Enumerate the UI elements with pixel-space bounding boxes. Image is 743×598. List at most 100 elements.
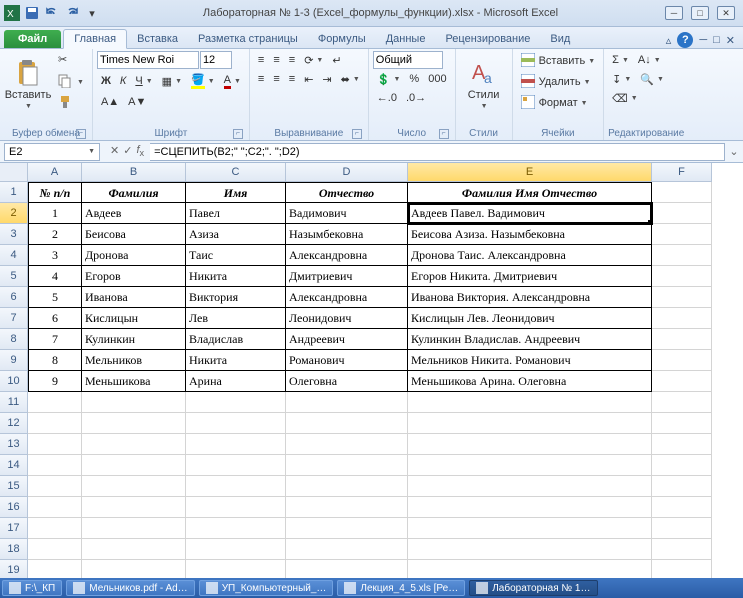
cell[interactable]	[186, 539, 286, 560]
align-left-button[interactable]: ≡	[254, 70, 268, 88]
cell[interactable]	[652, 350, 712, 371]
format-painter-button[interactable]	[54, 93, 88, 113]
column-header-A[interactable]: A	[28, 163, 82, 182]
cell[interactable]: Фамилия	[82, 182, 186, 203]
align-middle-button[interactable]: ≡	[269, 51, 283, 69]
cell[interactable]	[652, 434, 712, 455]
cell[interactable]: Иванова	[82, 287, 186, 308]
fill-button[interactable]: ↧▼	[608, 70, 635, 88]
decrease-indent-button[interactable]: ⇤	[300, 70, 317, 88]
tab-home[interactable]: Главная	[63, 29, 127, 49]
cell[interactable]	[286, 560, 408, 578]
cell[interactable]: Кислицын Лев. Леонидович	[408, 308, 652, 329]
doc-close-icon[interactable]: ✕	[726, 34, 735, 47]
cell[interactable]: 5	[28, 287, 82, 308]
decrease-decimal-button[interactable]: .0→	[402, 89, 430, 107]
cell[interactable]: Егоров	[82, 266, 186, 287]
cell[interactable]: 1	[28, 203, 82, 224]
maximize-button[interactable]: □	[691, 6, 709, 20]
increase-indent-button[interactable]: ⇥	[318, 70, 335, 88]
sort-filter-button[interactable]: A↓▼	[634, 51, 665, 69]
row-header[interactable]: 7	[0, 308, 28, 329]
cell[interactable]: Дронова Таис. Александровна	[408, 245, 652, 266]
cell[interactable]: Таис	[186, 245, 286, 266]
cell[interactable]: 3	[28, 245, 82, 266]
cell[interactable]: Беисова Азиза. Назымбековна	[408, 224, 652, 245]
clipboard-launcher-icon[interactable]: ⌐	[76, 129, 86, 139]
cell[interactable]: Александровна	[286, 287, 408, 308]
cell[interactable]: Мельников	[82, 350, 186, 371]
bold-button[interactable]: Ж	[97, 71, 115, 91]
cell[interactable]	[652, 497, 712, 518]
font-color-button[interactable]: A▼	[220, 71, 245, 91]
cell[interactable]	[286, 539, 408, 560]
cell[interactable]: Авдеев	[82, 203, 186, 224]
cell[interactable]: Виктория	[186, 287, 286, 308]
cell[interactable]	[652, 266, 712, 287]
cell[interactable]	[28, 476, 82, 497]
cell[interactable]: 2	[28, 224, 82, 245]
column-header-D[interactable]: D	[286, 163, 408, 182]
italic-button[interactable]: К	[116, 71, 130, 91]
cell[interactable]	[186, 518, 286, 539]
cell[interactable]: Фамилия Имя Отчество	[408, 182, 652, 203]
doc-minimize-icon[interactable]: ─	[699, 34, 707, 46]
cell[interactable]	[186, 392, 286, 413]
cell[interactable]: Вадимович	[286, 203, 408, 224]
row-header[interactable]: 19	[0, 560, 28, 578]
row-header[interactable]: 5	[0, 266, 28, 287]
font-size-select[interactable]	[200, 51, 232, 69]
merge-button[interactable]: ⬌▼	[337, 70, 364, 88]
cell[interactable]: Беисова	[82, 224, 186, 245]
cell[interactable]: Отчество	[286, 182, 408, 203]
cell[interactable]	[408, 392, 652, 413]
cell[interactable]: Никита	[186, 350, 286, 371]
select-all-corner[interactable]	[0, 163, 28, 182]
row-header[interactable]: 8	[0, 329, 28, 350]
cell[interactable]	[652, 224, 712, 245]
cell[interactable]	[82, 413, 186, 434]
wrap-text-button[interactable]: ↵	[328, 51, 345, 69]
cell[interactable]	[82, 518, 186, 539]
cell[interactable]: Назымбековна	[286, 224, 408, 245]
increase-font-button[interactable]: A▲	[97, 93, 123, 111]
cell[interactable]: Авдеев Павел. Вадимович	[408, 203, 652, 224]
cell[interactable]	[652, 287, 712, 308]
enter-formula-icon[interactable]: ✓	[123, 144, 132, 158]
cell[interactable]	[652, 245, 712, 266]
cell[interactable]	[28, 413, 82, 434]
cell[interactable]	[186, 434, 286, 455]
cell[interactable]: 8	[28, 350, 82, 371]
cell[interactable]	[82, 476, 186, 497]
cell[interactable]	[286, 392, 408, 413]
cell[interactable]	[286, 497, 408, 518]
cell[interactable]	[286, 455, 408, 476]
taskbar-item[interactable]: УП_Компьютерный_…	[199, 580, 334, 596]
cell[interactable]	[652, 518, 712, 539]
taskbar-item[interactable]: Лабораторная № 1…	[469, 580, 597, 596]
column-header-B[interactable]: B	[82, 163, 186, 182]
format-cells-button[interactable]: Формат▼	[517, 93, 592, 113]
autosum-button[interactable]: Σ▼	[608, 51, 633, 69]
save-icon[interactable]	[24, 5, 40, 21]
row-header[interactable]: 14	[0, 455, 28, 476]
fx-icon[interactable]: fx	[136, 144, 144, 158]
row-header[interactable]: 4	[0, 245, 28, 266]
row-header[interactable]: 2	[0, 203, 28, 224]
tab-formulas[interactable]: Формулы	[308, 30, 376, 48]
row-header[interactable]: 10	[0, 371, 28, 392]
cell[interactable]	[408, 518, 652, 539]
row-header[interactable]: 6	[0, 287, 28, 308]
cell[interactable]	[28, 455, 82, 476]
cell[interactable]: Меньшикова Арина. Олеговна	[408, 371, 652, 392]
help-icon[interactable]: ?	[677, 32, 693, 48]
cell[interactable]	[28, 392, 82, 413]
cell[interactable]	[82, 497, 186, 518]
cell[interactable]	[408, 560, 652, 578]
cell[interactable]: Дронова	[82, 245, 186, 266]
align-right-button[interactable]: ≡	[285, 70, 299, 88]
cell[interactable]: Меньшикова	[82, 371, 186, 392]
cell[interactable]: Никита	[186, 266, 286, 287]
tab-review[interactable]: Рецензирование	[435, 30, 540, 48]
cell[interactable]	[82, 392, 186, 413]
